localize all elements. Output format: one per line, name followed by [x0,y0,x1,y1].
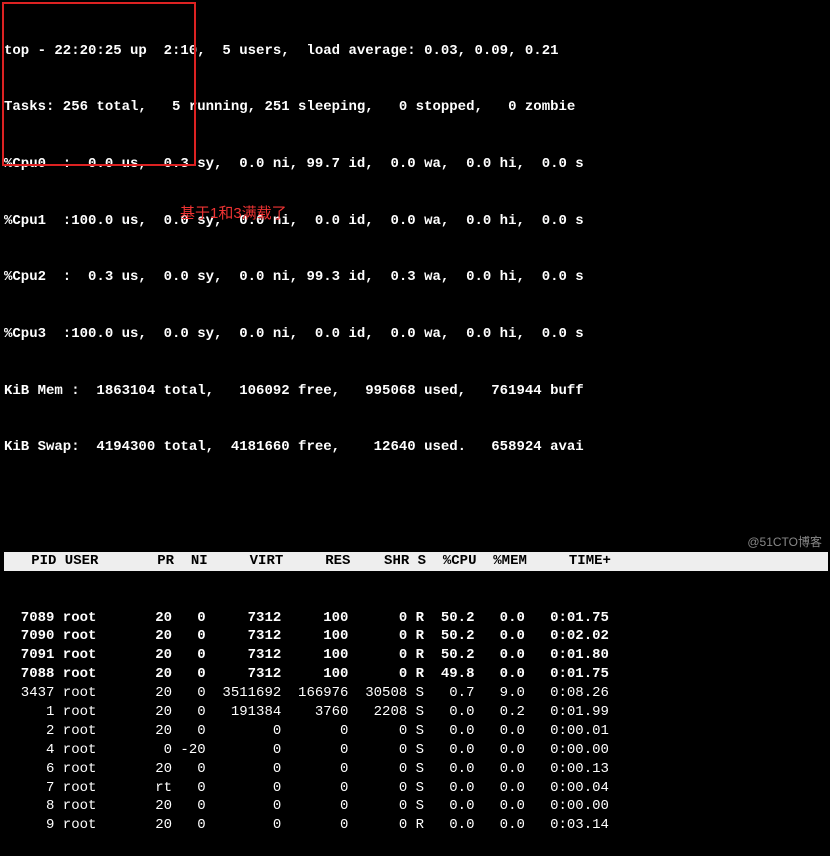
table-row[interactable]: 4 root 0 -20 0 0 0 S 0.0 0.0 0:00.00 [4,741,828,760]
table-row[interactable]: 2 root 20 0 0 0 0 S 0.0 0.0 0:00.01 [4,722,828,741]
watermark: @51CTO博客 [747,534,822,550]
table-row[interactable]: 7090 root 20 0 7312 100 0 R 50.2 0.0 0:0… [4,627,828,646]
table-row[interactable]: 1 root 20 0 191384 3760 2208 S 0.0 0.2 0… [4,703,828,722]
cpu0-line: %Cpu0 : 0.0 us, 0.3 sy, 0.0 ni, 99.7 id,… [4,155,828,174]
terminal-output[interactable]: top - 22:20:25 up 2:10, 5 users, load av… [0,0,830,856]
cpu2-line: %Cpu2 : 0.3 us, 0.0 sy, 0.0 ni, 99.3 id,… [4,268,828,287]
table-row[interactable]: 7088 root 20 0 7312 100 0 R 49.8 0.0 0:0… [4,665,828,684]
table-row[interactable]: 6 root 20 0 0 0 0 S 0.0 0.0 0:00.13 [4,760,828,779]
table-row[interactable]: 7091 root 20 0 7312 100 0 R 50.2 0.0 0:0… [4,646,828,665]
process-table-header: PID USER PR NI VIRT RES SHR S %CPU %MEM … [4,552,828,571]
table-row[interactable]: 7089 root 20 0 7312 100 0 R 50.2 0.0 0:0… [4,609,828,628]
blank-line [4,495,828,514]
tasks-line: Tasks: 256 total, 5 running, 251 sleepin… [4,98,828,117]
table-row[interactable]: 3437 root 20 0 3511692 166976 30508 S 0.… [4,684,828,703]
annotation-text: 基于1和3满载了 [180,204,287,224]
table-row[interactable]: 7 root rt 0 0 0 0 S 0.0 0.0 0:00.04 [4,779,828,798]
cpu3-line: %Cpu3 :100.0 us, 0.0 sy, 0.0 ni, 0.0 id,… [4,325,828,344]
swap-line: KiB Swap: 4194300 total, 4181660 free, 1… [4,438,828,457]
uptime-line: top - 22:20:25 up 2:10, 5 users, load av… [4,42,828,61]
mem-line: KiB Mem : 1863104 total, 106092 free, 99… [4,382,828,401]
table-row[interactable]: 8 root 20 0 0 0 0 S 0.0 0.0 0:00.00 [4,797,828,816]
table-row[interactable]: 9 root 20 0 0 0 0 R 0.0 0.0 0:03.14 [4,816,828,835]
cpu1-line: %Cpu1 :100.0 us, 0.0 sy, 0.0 ni, 0.0 id,… [4,212,828,231]
process-table-body: 7089 root 20 0 7312 100 0 R 50.2 0.0 0:0… [4,609,828,836]
